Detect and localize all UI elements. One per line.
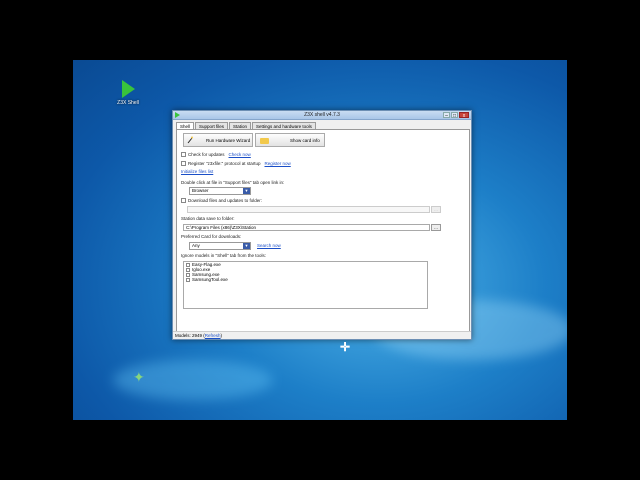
- double-click-label: Double click at file in "Support files" …: [181, 180, 285, 185]
- station-folder-browse-button[interactable]: ...: [431, 224, 441, 231]
- check-updates-row: Check for updates Check now: [181, 152, 251, 157]
- tab-strip: Shell Support files Station Settings and…: [176, 122, 317, 129]
- z3x-play-icon: [121, 80, 135, 98]
- download-folder-field[interactable]: [187, 206, 430, 213]
- chevron-down-icon: ▼: [243, 243, 250, 249]
- download-folder-browse-button[interactable]: ...: [431, 206, 441, 213]
- ignore-checkbox[interactable]: [186, 262, 190, 267]
- show-card-info-button[interactable]: Show card info: [255, 133, 325, 147]
- download-files-checkbox[interactable]: [181, 198, 186, 203]
- status-bar: Models: 2949 (Refresh): [173, 331, 471, 339]
- models-count: Models: 2949: [175, 333, 203, 338]
- chevron-down-icon: ▼: [243, 188, 250, 194]
- register-protocol-checkbox[interactable]: [181, 161, 186, 166]
- station-folder-label: Station data save to folder:: [181, 216, 235, 221]
- show-card-info-label: Show card info: [290, 137, 320, 143]
- folder-icon: [260, 138, 269, 144]
- list-item[interactable]: SamsungTool.exe: [186, 277, 427, 282]
- ignore-models-list: Easy-Flag.exe Igloo.exe Samsung.exe Sams…: [183, 261, 428, 309]
- title-bar[interactable]: Z3X shell v4.7.3 – □ x: [173, 111, 471, 120]
- refresh-link[interactable]: Refresh: [205, 333, 221, 338]
- download-files-row: Download files and updates to folder:: [181, 198, 262, 203]
- maximize-button[interactable]: □: [451, 112, 458, 119]
- open-link-in-select[interactable]: Browser ▼: [189, 187, 251, 195]
- register-protocol-row: Register "z3xfile:" protocol at startup …: [181, 161, 291, 166]
- preferred-card-label: Preferred Card for downloads:: [181, 234, 242, 239]
- tab-station[interactable]: Station: [229, 122, 252, 129]
- check-updates-label: Check for updates: [188, 152, 225, 157]
- tab-shell[interactable]: Shell: [176, 122, 195, 129]
- register-now-link[interactable]: Register now: [264, 161, 290, 166]
- desktop-icon-z3x-shell[interactable]: Z3X Shell: [113, 80, 143, 106]
- list-item-label: SamsungTool.exe: [192, 277, 228, 282]
- windows-logo-icon: ✦: [133, 369, 145, 385]
- run-hardware-wizard-button[interactable]: Run Hardware Wizard: [183, 133, 253, 147]
- close-button[interactable]: x: [459, 112, 469, 119]
- register-protocol-label: Register "z3xfile:" protocol at startup: [188, 161, 261, 166]
- initialize-files-link[interactable]: Initialize files list: [181, 169, 213, 174]
- search-now-link[interactable]: Search now: [257, 243, 281, 248]
- crosshair-cursor-icon: ✛: [340, 340, 351, 354]
- check-updates-checkbox[interactable]: [181, 152, 186, 157]
- ignore-checkbox[interactable]: [186, 272, 190, 277]
- shell-tab-panel: Run Hardware Wizard Show card info Check…: [176, 129, 470, 332]
- preferred-card-value: Any: [192, 243, 200, 248]
- preferred-card-select[interactable]: Any ▼: [189, 242, 251, 250]
- tab-settings-hardware[interactable]: Settings and hardware tools: [252, 122, 316, 129]
- minimize-button[interactable]: –: [443, 112, 450, 119]
- ignore-checkbox[interactable]: [186, 267, 190, 272]
- ignore-models-label: Ignore models in "Shell" tab from the to…: [181, 253, 266, 258]
- download-files-label: Download files and updates to folder:: [188, 198, 263, 203]
- desktop-icon-label: Z3X Shell: [117, 100, 139, 106]
- window-title: Z3X shell v4.7.3: [304, 112, 340, 118]
- station-folder-field[interactable]: C:\Program Files (x86)\Z3X\Station: [183, 224, 430, 231]
- open-link-in-value: Browser: [192, 188, 209, 193]
- run-wizard-label: Run Hardware Wizard: [206, 137, 251, 143]
- tab-support-files[interactable]: Support files: [195, 122, 229, 129]
- magic-wand-icon: [187, 136, 193, 144]
- initialize-files-row: Initialize files list: [181, 169, 213, 174]
- check-now-link[interactable]: Check now: [229, 152, 251, 157]
- z3x-shell-window: Z3X shell v4.7.3 – □ x Shell Support fil…: [172, 110, 472, 340]
- ignore-checkbox[interactable]: [186, 277, 190, 282]
